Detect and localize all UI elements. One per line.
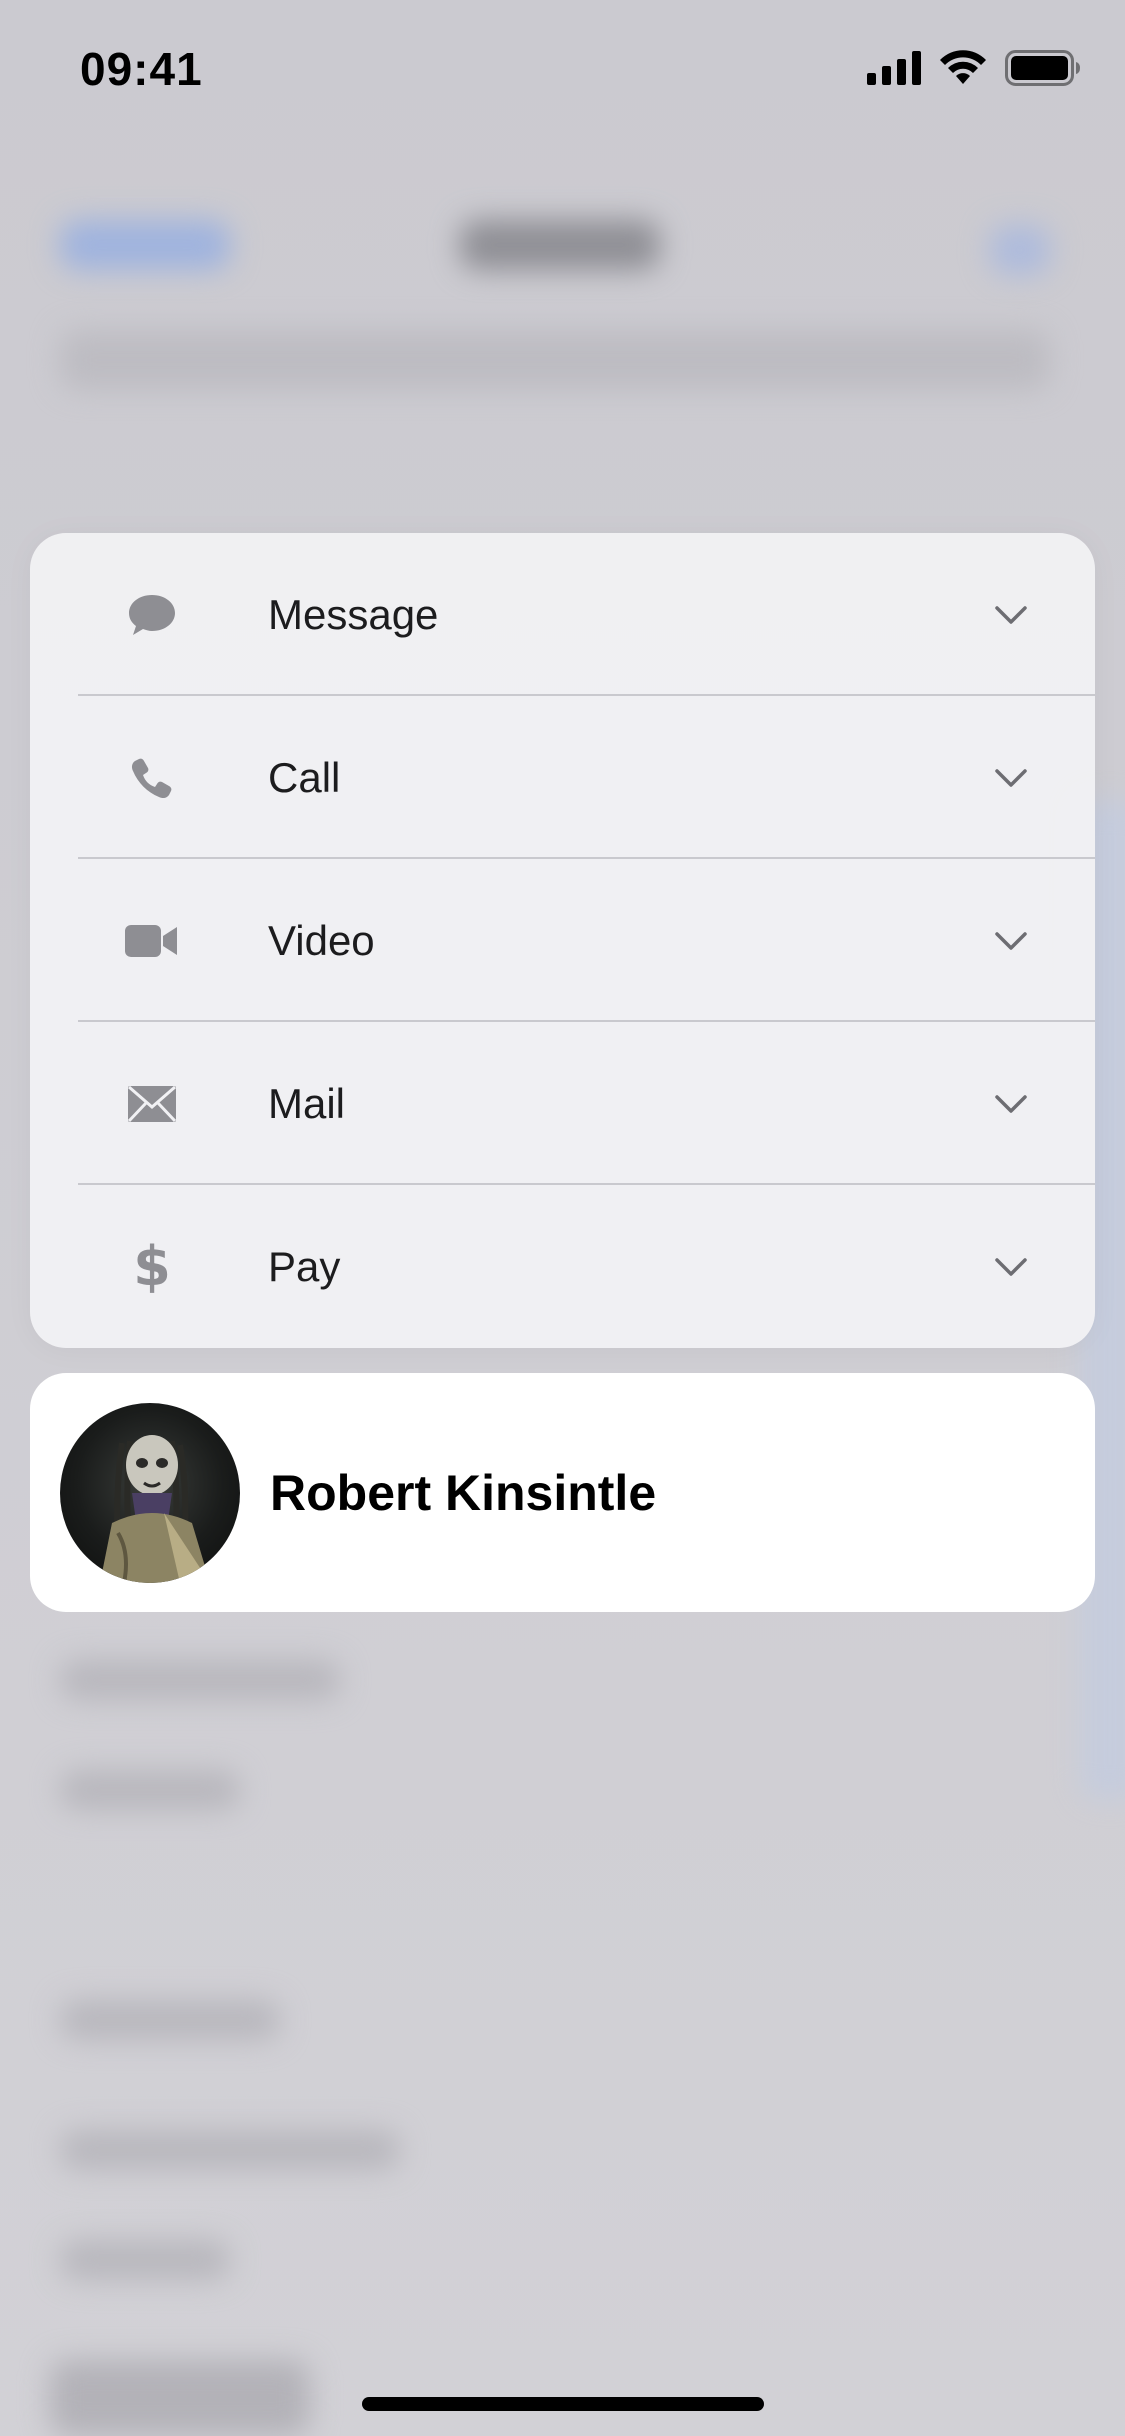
- menu-item-label: Call: [268, 753, 341, 801]
- status-bar: 09:41: [0, 0, 1125, 140]
- blurred-row: [50, 2360, 310, 2436]
- status-time: 09:41: [80, 43, 203, 95]
- contact-preview-card[interactable]: Robert Kinsintle: [30, 1373, 1095, 1612]
- contact-actions-menu: Message Call Video Mail $ Pay: [30, 533, 1095, 1348]
- blurred-row: [60, 1770, 240, 1810]
- chevron-down-icon: [995, 768, 1027, 787]
- blurred-search-bar: [60, 330, 1050, 390]
- contact-name: Robert Kinsintle: [270, 1464, 657, 1521]
- phone-icon: [120, 746, 184, 810]
- blurred-title: [460, 220, 660, 270]
- menu-item-call[interactable]: Call: [30, 696, 1095, 859]
- chevron-down-icon: [995, 1257, 1027, 1276]
- menu-item-label: Video: [268, 916, 375, 964]
- home-indicator[interactable]: [362, 2397, 764, 2411]
- status-icons: [867, 50, 1081, 86]
- chevron-down-icon: [995, 931, 1027, 950]
- message-bubble-icon: [120, 583, 184, 647]
- dollar-sign-icon: $: [133, 1234, 171, 1298]
- menu-item-label: Mail: [268, 1079, 346, 1127]
- wifi-icon: [940, 50, 986, 84]
- menu-item-video[interactable]: Video: [30, 859, 1095, 1022]
- video-camera-icon: [120, 909, 184, 973]
- menu-item-mail[interactable]: Mail: [30, 1022, 1095, 1185]
- chevron-down-icon: [995, 605, 1027, 624]
- blurred-row: [60, 2240, 230, 2280]
- battery-icon: [1005, 50, 1080, 86]
- envelope-icon: [120, 1072, 184, 1136]
- chevron-down-icon: [995, 1094, 1027, 1113]
- blurred-back-button: [60, 220, 230, 270]
- blurred-row: [60, 2130, 400, 2170]
- blurred-row: [60, 2000, 280, 2040]
- blurred-add-button: [990, 225, 1050, 275]
- avatar: [60, 1403, 240, 1583]
- cellular-signal-icon: [867, 51, 921, 85]
- menu-item-message[interactable]: Message: [30, 533, 1095, 696]
- blurred-row: [60, 1660, 340, 1700]
- menu-item-label: Pay: [268, 1242, 341, 1290]
- menu-item-pay[interactable]: $ Pay: [30, 1185, 1095, 1348]
- menu-item-label: Message: [268, 590, 439, 638]
